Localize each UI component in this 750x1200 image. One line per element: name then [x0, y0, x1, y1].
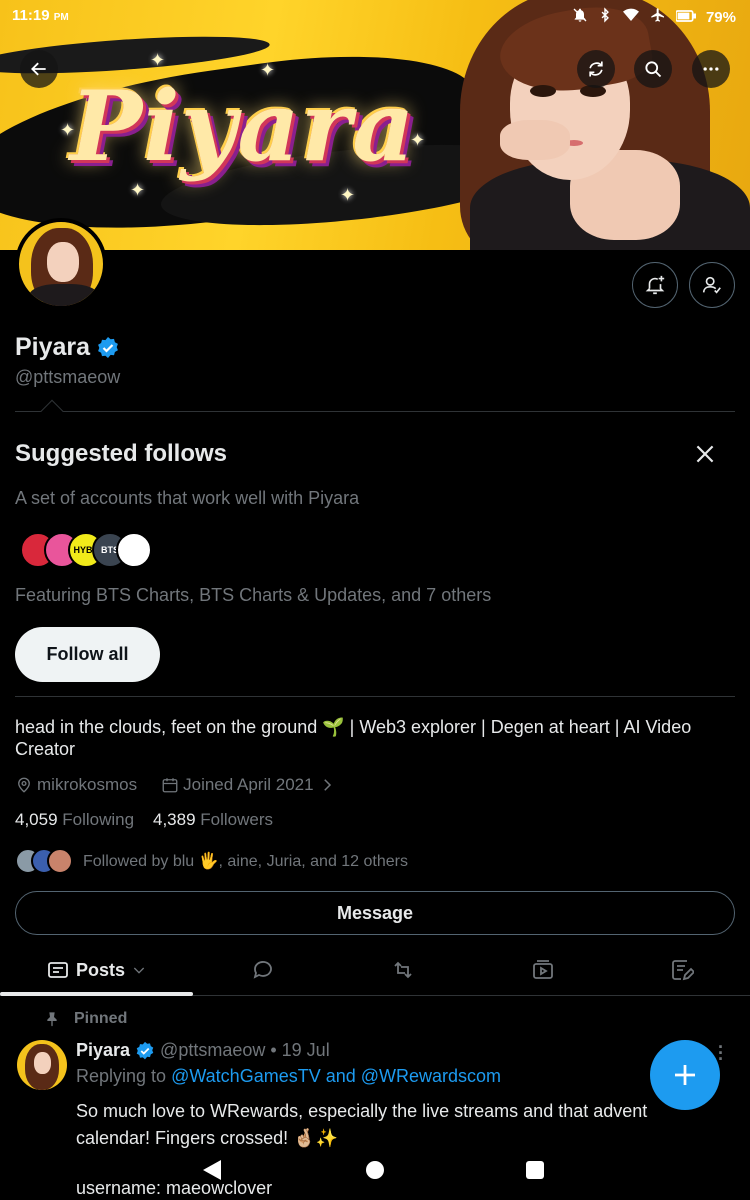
battery-percent: 79%: [705, 8, 736, 26]
verified-badge-icon[interactable]: [96, 336, 120, 360]
profile-tabs: Posts: [0, 944, 750, 996]
followed-by-text: Followed by blu 🖐️, aine, Juria, and 12 …: [83, 853, 408, 870]
sparkle-icon: ✦: [260, 60, 276, 80]
back-arrow-icon: [31, 62, 46, 76]
search-button[interactable]: [634, 50, 672, 88]
user-check-icon: [702, 276, 721, 294]
post-date: • 19 Jul: [270, 1040, 330, 1060]
avatar: [47, 848, 73, 874]
followed-by[interactable]: Followed by blu 🖐️, aine, Juria, and 12 …: [15, 848, 408, 874]
reposts-icon: [394, 961, 412, 979]
replies-icon: [253, 961, 272, 979]
suggestion-pointer: [40, 399, 64, 423]
tab-articles[interactable]: [613, 944, 750, 996]
suggested-follows-title: Suggested follows: [15, 440, 228, 467]
more-icon: [703, 67, 719, 71]
status-time: 11:19 PM: [12, 7, 69, 24]
refresh-button[interactable]: [577, 50, 615, 88]
airplane-icon: [650, 7, 666, 27]
tab-posts[interactable]: Posts: [0, 944, 193, 996]
suggested-follows-subtitle: A set of accounts that work well with Pi…: [15, 488, 360, 508]
post-author-handle: @pttsmaeow: [160, 1040, 266, 1060]
post-replying-to: Replying to @WatchGamesTV and @WRewardsc…: [76, 1066, 502, 1086]
bluetooth-icon: [598, 7, 612, 27]
followers-link[interactable]: 4,389 Followers: [153, 810, 273, 829]
divider: [15, 696, 735, 697]
nav-recents-icon[interactable]: [526, 1161, 544, 1179]
back-button[interactable]: [20, 50, 58, 88]
tab-media[interactable]: [473, 944, 613, 996]
profile-bio: head in the clouds, feet on the ground 🌱…: [15, 717, 692, 759]
compose-button[interactable]: [650, 1040, 720, 1110]
profile-banner[interactable]: Piyara ✦ ✦ ✦ ✦ ✦ ✦: [0, 0, 750, 250]
follow-all-button[interactable]: Follow all: [15, 627, 160, 682]
posts-icon: [48, 962, 68, 978]
profile-meta: mikrokosmos Joined April 2021: [15, 775, 336, 795]
tab-reposts[interactable]: [333, 944, 473, 996]
pin-icon: [47, 1012, 57, 1027]
suggested-avatar: [116, 532, 152, 568]
banner-illustration: [400, 0, 750, 250]
verified-badge-icon: [136, 1041, 154, 1059]
profile-joined[interactable]: Joined April 2021: [183, 775, 313, 795]
divider: [15, 411, 735, 412]
sparkle-icon: ✦: [340, 185, 356, 205]
profile-location: mikrokosmos: [37, 775, 138, 794]
tab-replies[interactable]: [193, 944, 333, 996]
pinned-label: Pinned: [44, 1010, 127, 1028]
suggested-featuring: Featuring BTS Charts, BTS Charts & Updat…: [15, 585, 492, 605]
following-button[interactable]: [689, 262, 735, 308]
post-author-name[interactable]: Piyara: [76, 1040, 130, 1061]
following-link[interactable]: 4,059 Following: [15, 810, 134, 829]
status-bar: 11:19 PM 79%: [0, 0, 750, 32]
sparkle-icon: ✦: [130, 180, 146, 200]
post-text: So much love to WRewards, especially the…: [76, 1101, 648, 1148]
profile-handle: @pttsmaeow: [15, 367, 121, 387]
plus-icon: [675, 1065, 695, 1085]
articles-icon: [671, 960, 694, 981]
reply-mentions-link[interactable]: @WatchGamesTV and @WRewardscom: [171, 1066, 501, 1086]
follow-stats: 4,059 Following 4,389 Followers: [15, 810, 273, 830]
sparkle-icon: ✦: [60, 120, 76, 140]
location-icon: [18, 777, 30, 793]
post-more-icon[interactable]: · · ·: [718, 1038, 724, 1068]
sparkle-icon: ✦: [150, 50, 166, 70]
mute-icon: [572, 7, 588, 27]
nav-back-icon[interactable]: [203, 1160, 221, 1180]
active-tab-indicator: [0, 992, 193, 996]
chevron-right-icon[interactable]: [318, 776, 336, 794]
post-avatar[interactable]: [17, 1040, 67, 1090]
profile-name: Piyara: [15, 333, 120, 362]
post-header: Piyara @pttsmaeow • 19 Jul: [76, 1040, 330, 1061]
more-options-button[interactable]: [692, 50, 730, 88]
notifications-button[interactable]: [632, 262, 678, 308]
refresh-icon: [589, 61, 603, 77]
message-button[interactable]: Message: [15, 891, 735, 935]
suggested-avatars[interactable]: HYBE BTS: [20, 532, 170, 568]
search-icon: [645, 61, 662, 78]
battery-icon: [675, 9, 696, 26]
banner-logo-text: Piyara: [70, 70, 416, 183]
media-icon: [533, 960, 553, 979]
calendar-icon: [162, 778, 178, 793]
wifi-icon: [622, 7, 640, 27]
bell-plus-icon: [645, 275, 665, 295]
close-icon[interactable]: [692, 441, 718, 467]
profile-avatar[interactable]: [15, 218, 107, 310]
nav-home-icon[interactable]: [366, 1161, 384, 1179]
chevron-down-icon: [133, 967, 145, 974]
